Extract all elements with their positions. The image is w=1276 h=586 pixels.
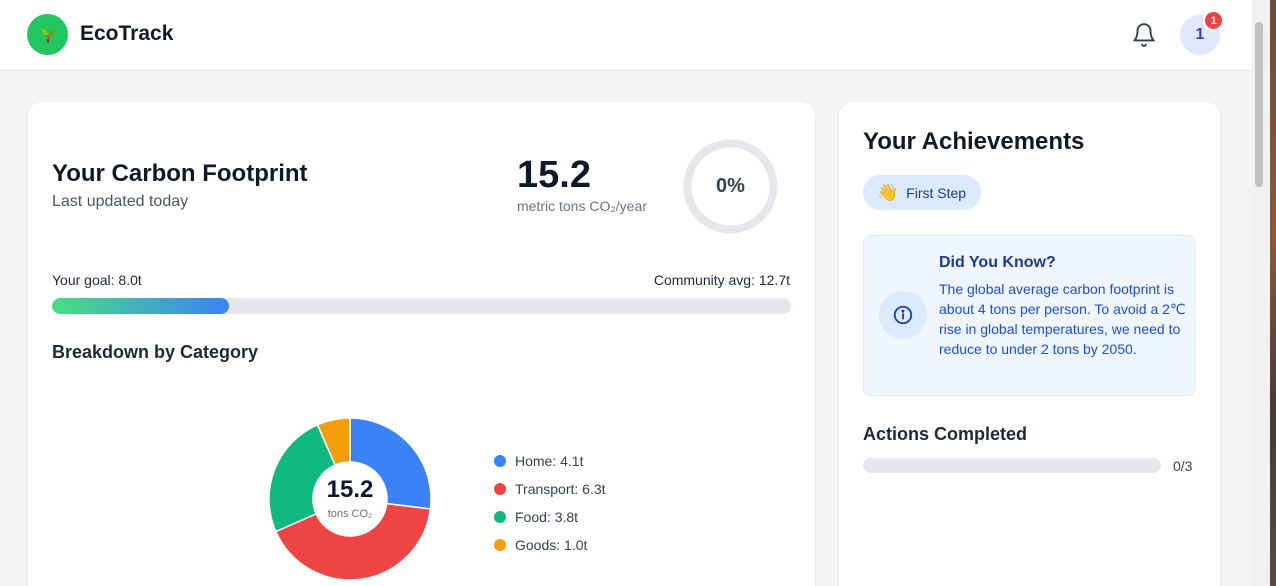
legend-dot <box>494 455 506 467</box>
community-average-label: Community avg: 12.7t <box>653 272 790 288</box>
legend-label: Food: 3.8t <box>515 509 579 525</box>
logo[interactable] <box>27 14 68 55</box>
legend-item-food: Food: 3.8t <box>494 503 606 531</box>
category-legend: Home: 4.1t Transport: 6.3t Food: 3.8t Go… <box>494 447 606 559</box>
info-icon-circle <box>879 291 927 339</box>
progress-percent: 0% <box>716 175 745 197</box>
notification-badge: 1 <box>1203 10 1224 31</box>
achievements-title: Your Achievements <box>863 128 1085 155</box>
app-title: EcoTrack <box>80 22 174 45</box>
achievement-badge-first-step[interactable]: 👋 First Step <box>863 175 982 210</box>
goal-progress-fill <box>52 298 230 314</box>
legend-label: Home: 4.1t <box>515 453 584 469</box>
info-text: The global average carbon footprint is a… <box>939 281 1186 357</box>
legend-dot <box>494 511 506 523</box>
legend-item-goods: Goods: 1.0t <box>494 531 606 559</box>
legend-dot <box>494 483 506 495</box>
info-icon <box>893 305 913 325</box>
footprint-unit: metric tons CO₂/year <box>517 198 647 214</box>
legend-label: Goods: 1.0t <box>515 537 588 553</box>
donut-center-value: 15.2 <box>326 476 374 503</box>
badge-label: First Step <box>906 184 967 201</box>
actions-progress-bar <box>863 458 1161 473</box>
breakdown-title: Breakdown by Category <box>52 342 259 362</box>
page-title: Your Carbon Footprint <box>52 160 308 187</box>
bell-icon[interactable] <box>1131 22 1157 48</box>
legend-label: Transport: 6.3t <box>515 481 606 497</box>
scrollbar-thumb[interactable] <box>1255 22 1263 187</box>
seedling-icon <box>40 28 55 43</box>
actions-completed-title: Actions Completed <box>863 424 1028 444</box>
legend-item-transport: Transport: 6.3t <box>494 475 606 503</box>
window-edge <box>1270 0 1276 586</box>
goal-label: Your goal: 8.0t <box>52 272 142 288</box>
legend-item-home: Home: 4.1t <box>494 447 606 475</box>
info-title: Did You Know? <box>939 254 1056 271</box>
last-updated-text: Last updated today <box>52 193 189 210</box>
footprint-value: 15.2 <box>517 154 591 196</box>
app-header <box>0 0 1252 71</box>
legend-dot <box>494 539 506 551</box>
waving-hand-icon: 👋 <box>877 182 899 202</box>
donut-center-unit: tons CO₂ <box>327 508 373 520</box>
actions-count: 0/3 <box>1173 458 1193 474</box>
goal-progress-bar <box>52 298 791 314</box>
